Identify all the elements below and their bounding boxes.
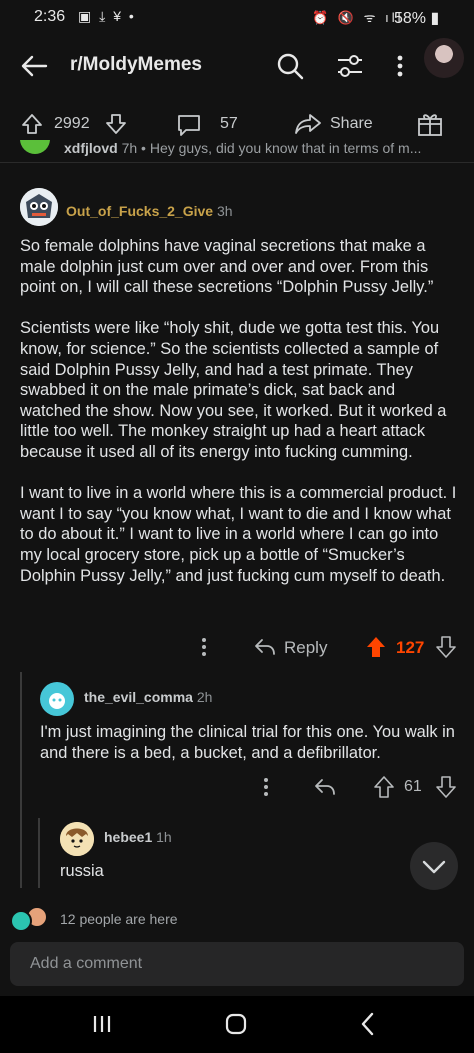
comment-author[interactable]: Out_of_Fucks_2_Give 3h	[66, 203, 233, 219]
previous-comment-time: 7h	[121, 140, 138, 156]
downvote-icon[interactable]	[436, 776, 456, 798]
robot-avatar-icon	[20, 188, 58, 226]
comment-score: 61	[404, 778, 422, 795]
share-button[interactable]: Share	[330, 115, 373, 133]
previous-comment-author: xdfjlovd	[64, 140, 118, 156]
avatar[interactable]	[20, 188, 58, 226]
chevron-down-icon	[422, 860, 446, 874]
post-action-bar: 2992 57 Share	[0, 104, 474, 144]
more-options-icon[interactable]	[196, 636, 212, 658]
comment-score: 127	[396, 638, 425, 657]
previous-comment-row[interactable]: xdfjlovd 7h • Hey guys, did you know tha…	[20, 140, 460, 160]
user-avatar[interactable]	[424, 38, 464, 78]
upvote-active-icon[interactable]	[366, 636, 386, 658]
search-icon[interactable]	[274, 50, 306, 82]
comment-body: So female dolphins have vaginal secretio…	[20, 236, 460, 607]
avatar	[10, 910, 32, 932]
system-icons: ⏰ 🔇 ᯤ ıll	[312, 10, 404, 25]
post-score: 2992	[54, 115, 90, 132]
comment-time: 3h	[216, 203, 233, 219]
comment-time: 2h	[196, 689, 213, 705]
system-nav-bar	[0, 996, 474, 1053]
home-icon[interactable]	[222, 1010, 250, 1038]
more-options-icon[interactable]	[258, 776, 274, 798]
separator-dot: •	[141, 140, 146, 156]
presence-indicator: 12 people are here	[0, 904, 474, 934]
add-comment-placeholder: Add a comment	[30, 955, 143, 972]
snoo-avatar-icon	[49, 693, 65, 709]
add-comment-field[interactable]: Add a comment	[10, 942, 464, 986]
notification-icons: ▣ ⤓ ¥ •	[78, 8, 136, 24]
sort-filter-icon[interactable]	[334, 50, 366, 82]
comment-actions: Reply 127	[0, 632, 474, 662]
recent-apps-icon[interactable]	[90, 1012, 114, 1036]
comment-time: 1h	[156, 829, 172, 845]
reply-icon[interactable]	[314, 777, 336, 797]
comment-body: I'm just imagining the clinical trial fo…	[40, 723, 455, 762]
comment-author[interactable]: hebee1 1h	[104, 829, 172, 845]
reply-button[interactable]: Reply	[284, 638, 327, 658]
character-avatar-icon	[60, 822, 94, 856]
previous-comment-snippet: Hey guys, did you know that in terms of …	[149, 140, 422, 156]
divider	[0, 162, 474, 163]
avatar	[20, 140, 50, 154]
back-nav-icon[interactable]	[356, 1010, 380, 1038]
downvote-icon[interactable]	[104, 112, 128, 136]
comment-author[interactable]: the_evil_comma 2h	[84, 689, 212, 705]
avatar[interactable]	[60, 822, 94, 856]
battery-level: 58% ▮	[394, 10, 440, 27]
previous-comment-preview: xdfjlovd 7h • Hey guys, did you know tha…	[64, 140, 421, 156]
comment-actions: 61	[0, 772, 474, 800]
status-bar: 2:36 ▣ ⤓ ¥ • ⏰ 🔇 ᯤ ıll 58% ▮	[0, 0, 474, 36]
subreddit-title[interactable]: r/MoldyMemes	[70, 54, 202, 76]
presence-text: 12 people are here	[60, 911, 178, 927]
back-arrow-icon[interactable]	[18, 50, 50, 82]
upvote-icon[interactable]	[374, 776, 394, 798]
award-gift-icon[interactable]	[416, 110, 444, 138]
thread-line[interactable]	[38, 818, 40, 888]
downvote-icon[interactable]	[436, 636, 456, 658]
scroll-down-button[interactable]	[410, 842, 458, 890]
comment-paragraph: Scientists were like “holy shit, dude we…	[20, 319, 447, 461]
status-time: 2:36	[34, 8, 66, 25]
comment-body: russia	[60, 862, 104, 880]
comment-icon[interactable]	[176, 112, 202, 138]
comment-count: 57	[220, 115, 238, 132]
upvote-icon[interactable]	[20, 112, 44, 136]
reply-icon[interactable]	[254, 637, 276, 657]
more-options-icon[interactable]	[388, 50, 412, 82]
app-header: r/MoldyMemes	[0, 36, 474, 100]
comment-paragraph: So female dolphins have vaginal secretio…	[20, 237, 434, 297]
share-icon[interactable]	[294, 112, 322, 136]
avatar[interactable]	[40, 682, 74, 716]
comment-paragraph: I want to live in a world where this is …	[20, 484, 457, 585]
